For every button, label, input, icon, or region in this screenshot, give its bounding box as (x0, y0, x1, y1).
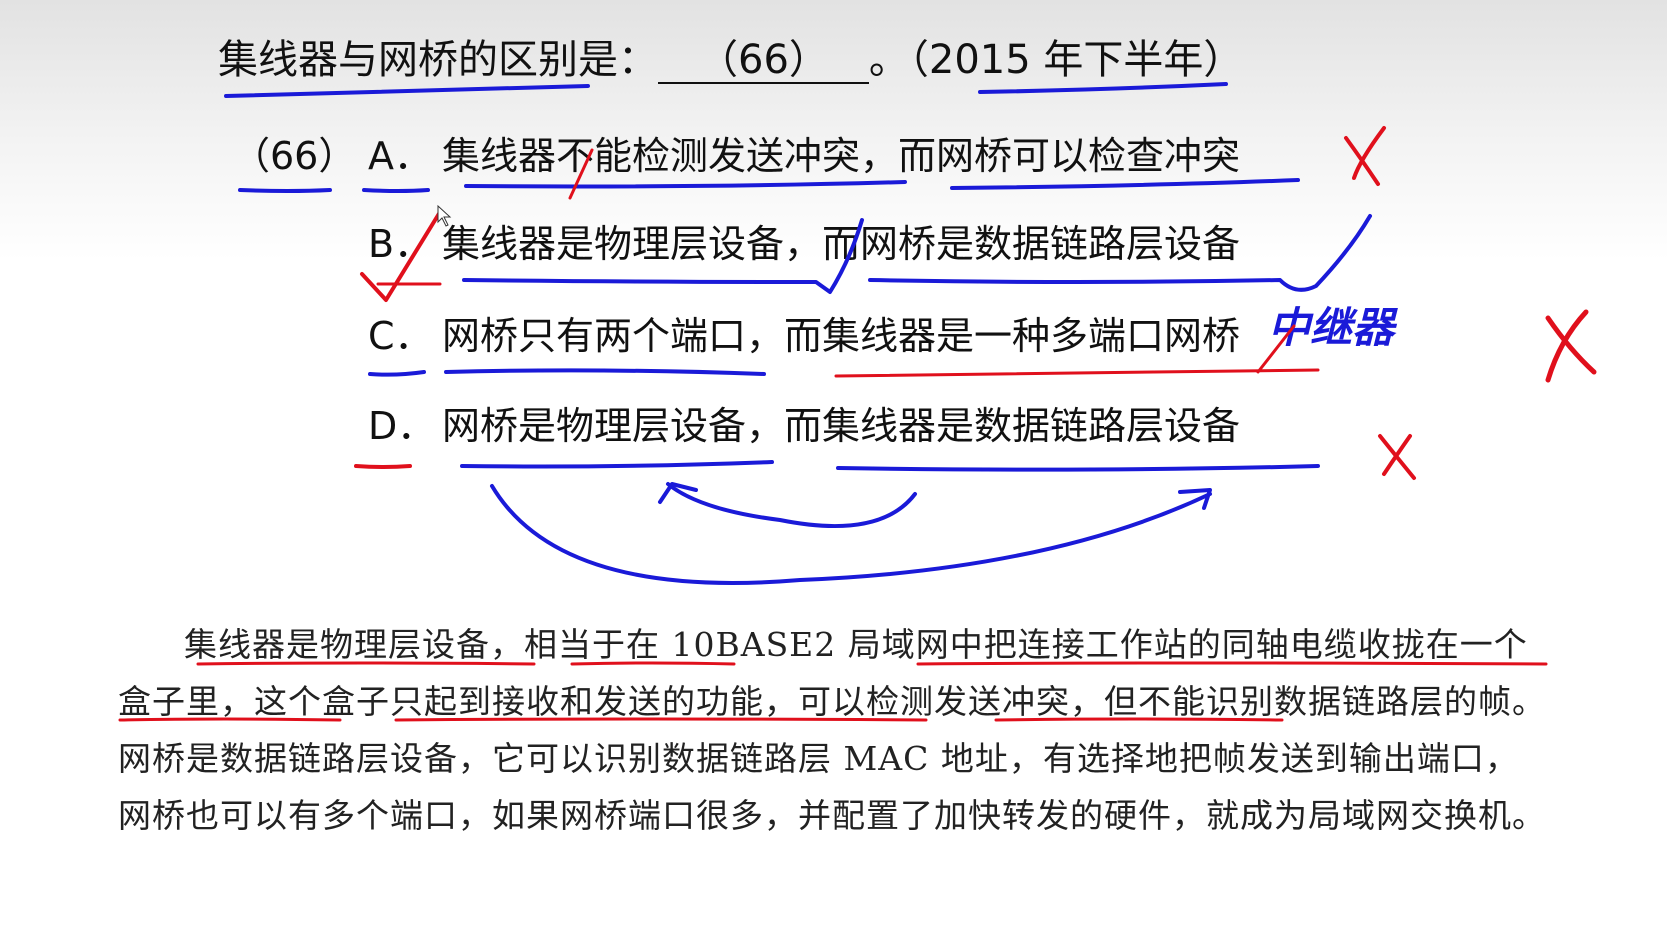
question-number: （66） (232, 134, 357, 178)
option-text: 集线器不能检测发送冲突，而网桥可以检查冲突 (442, 134, 1241, 178)
question-source: 。（2015 年下半年） (868, 37, 1244, 83)
option-c: C． 网桥只有两个端口，而集线器是一种多端口网桥 (368, 312, 1240, 360)
underline-d1 (460, 460, 774, 469)
handwritten-note: 中继器 (1268, 303, 1395, 352)
answer-blank: （66） (658, 38, 869, 84)
option-text: 网桥是物理层设备，而集线器是数据链路层设备 (442, 404, 1241, 448)
underline-number (238, 188, 332, 193)
underline-letter-d (354, 464, 412, 469)
option-text: 网桥只有两个端口，而集线器是一种多端口网桥 (442, 314, 1241, 358)
swap-arrow-inner (666, 482, 917, 529)
underline-a2 (950, 178, 1300, 190)
option-text: 集线器是物理层设备，而网桥是数据链路层设备 (442, 222, 1241, 266)
explanation-paragraph: 集线器是物理层设备，相当于在 10BASE2 局域网中把连接工作站的同轴电缆收拢… (118, 616, 1548, 844)
underline-d2 (836, 464, 1320, 472)
cross-a-icon (1344, 126, 1386, 186)
question-stem: 集线器与网桥的区别是： (218, 37, 658, 83)
option-letter: D． (368, 404, 436, 448)
underline-title (224, 84, 590, 98)
question-title: 集线器与网桥的区别是： （66） 。（2015 年下半年） (218, 34, 1243, 86)
cross-c-icon (1545, 309, 1597, 383)
underline-letter-a (362, 188, 430, 193)
cross-d-icon (1378, 434, 1416, 480)
underline-a1 (464, 180, 907, 189)
option-letter: A． (368, 134, 432, 178)
option-d: D． 网桥是物理层设备，而集线器是数据链路层设备 (368, 402, 1240, 450)
swap-arrow-outer (490, 484, 1212, 585)
option-letter: C． (368, 314, 433, 358)
underline-c1 (444, 368, 766, 376)
underline-c2 (834, 368, 1320, 378)
option-letter: B． (368, 222, 433, 266)
underline-letter-c (368, 370, 426, 377)
option-a: A． 集线器不能检测发送冲突，而网桥可以检查冲突 (368, 132, 1240, 180)
option-b: B． 集线器是物理层设备，而网桥是数据链路层设备 (368, 220, 1240, 268)
explanation-text: 集线器是物理层设备，相当于在 10BASE2 局域网中把连接工作站的同轴电缆收拢… (118, 625, 1546, 835)
